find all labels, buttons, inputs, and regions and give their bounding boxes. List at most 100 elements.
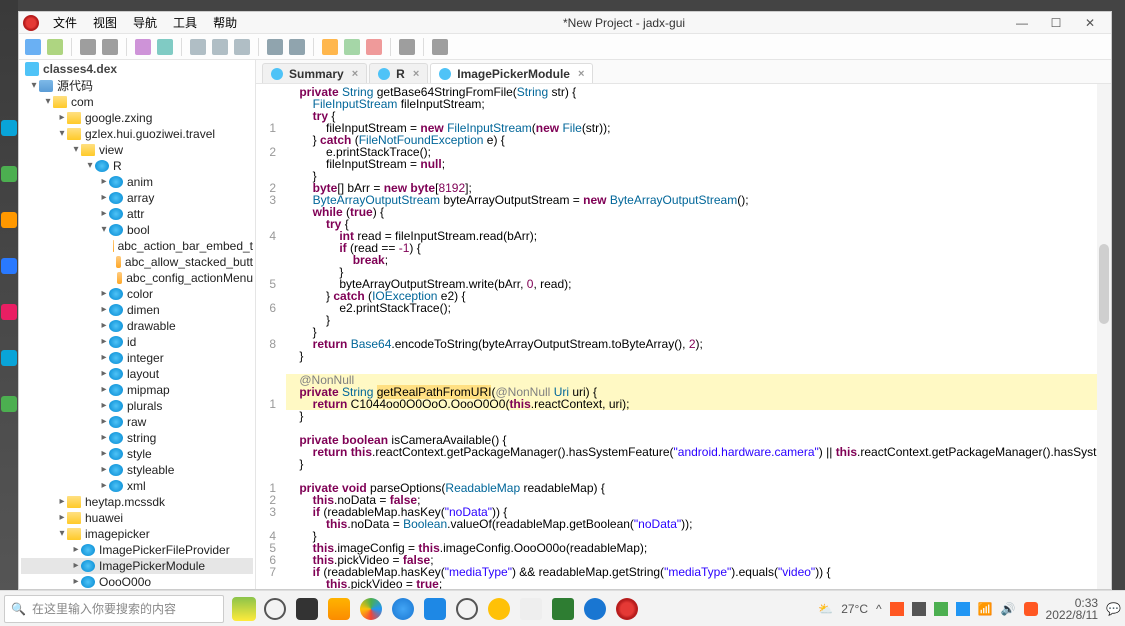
- tab-close-icon[interactable]: ×: [413, 68, 419, 80]
- tray-icon[interactable]: [956, 602, 970, 616]
- tree-node[interactable]: ▸anim: [21, 174, 253, 190]
- tree-node[interactable]: ▾bool: [21, 222, 253, 238]
- tree-node[interactable]: ▸google.zxing: [21, 110, 253, 126]
- tree-node[interactable]: abc_allow_stacked_butt: [21, 254, 253, 270]
- taskview-icon[interactable]: [264, 598, 286, 620]
- open-icon[interactable]: [25, 39, 41, 55]
- menu-导航[interactable]: 导航: [127, 12, 163, 33]
- tree-node[interactable]: ▸ImagePickerFileProvider: [21, 542, 253, 558]
- export-icon[interactable]: [102, 39, 118, 55]
- maximize-button[interactable]: ☐: [1039, 13, 1073, 33]
- tray-chevron-icon[interactable]: ^: [876, 602, 882, 616]
- dock-icon[interactable]: [1, 396, 17, 412]
- tray-icon[interactable]: [890, 602, 904, 616]
- tree-node[interactable]: ▾gzlex.hui.guoziwei.travel: [21, 126, 253, 142]
- tree-node[interactable]: ▸id: [21, 334, 253, 350]
- tree-node[interactable]: ▸huawei: [21, 510, 253, 526]
- mail-icon[interactable]: [424, 598, 446, 620]
- menu-工具[interactable]: 工具: [167, 12, 203, 33]
- memory-icon[interactable]: [399, 39, 415, 55]
- tree-node[interactable]: ▸xml: [21, 478, 253, 494]
- tree-node[interactable]: ▸ImagePickerModule: [21, 558, 253, 574]
- dock-icon[interactable]: [1, 120, 17, 136]
- quark-icon[interactable]: [344, 39, 360, 55]
- jadx-taskbar-icon[interactable]: [616, 598, 638, 620]
- explorer-icon[interactable]: [328, 598, 350, 620]
- back-icon[interactable]: [267, 39, 283, 55]
- tree-node[interactable]: ▸dimen: [21, 302, 253, 318]
- tab-close-icon[interactable]: ×: [352, 68, 358, 80]
- add-icon[interactable]: [47, 39, 63, 55]
- app-icon[interactable]: [296, 598, 318, 620]
- dock-icon[interactable]: [1, 258, 17, 274]
- tree-node[interactable]: ▸drawable: [21, 318, 253, 334]
- tree-node[interactable]: ▸attr: [21, 206, 253, 222]
- tree-node[interactable]: ▾源代码: [21, 78, 253, 94]
- minimize-button[interactable]: —: [1005, 13, 1039, 33]
- wifi-icon[interactable]: 📶: [978, 602, 993, 616]
- ime-icon[interactable]: [1024, 602, 1038, 616]
- dock-icon[interactable]: [1, 350, 17, 366]
- notifications-icon[interactable]: 💬: [1106, 602, 1121, 616]
- tree-node[interactable]: ▸color: [21, 286, 253, 302]
- dock-icon[interactable]: [1, 166, 17, 182]
- search-text-icon[interactable]: [234, 39, 250, 55]
- app-icon[interactable]: [584, 598, 606, 620]
- chrome-icon[interactable]: [360, 598, 382, 620]
- edge-icon[interactable]: [392, 598, 414, 620]
- menu-文件[interactable]: 文件: [47, 12, 83, 33]
- tree-node[interactable]: abc_config_actionMenu: [21, 270, 253, 286]
- forward-icon[interactable]: [289, 39, 305, 55]
- search-class-icon[interactable]: [212, 39, 228, 55]
- tree-node[interactable]: ▸OooO00o: [21, 574, 253, 589]
- tab-ImagePickerModule[interactable]: ImagePickerModule×: [430, 63, 593, 83]
- save-icon[interactable]: [80, 39, 96, 55]
- weather-icon[interactable]: ⛅: [818, 602, 833, 616]
- flat-icon[interactable]: [157, 39, 173, 55]
- tree-node[interactable]: ▸plurals: [21, 398, 253, 414]
- tray-icon[interactable]: [912, 602, 926, 616]
- scrollbar-vertical[interactable]: [1097, 84, 1111, 589]
- tree-node[interactable]: abc_action_bar_embed_t: [21, 238, 253, 254]
- tree-node[interactable]: ▾com: [21, 94, 253, 110]
- tree-node[interactable]: ▸array: [21, 190, 253, 206]
- dock-icon[interactable]: [1, 304, 17, 320]
- scroll-thumb[interactable]: [1099, 244, 1109, 324]
- tree-node[interactable]: ▸style: [21, 446, 253, 462]
- app-icon[interactable]: [520, 598, 542, 620]
- tab-R[interactable]: R×: [369, 63, 428, 83]
- tree-node[interactable]: ▾view: [21, 142, 253, 158]
- search-icon[interactable]: [190, 39, 206, 55]
- log-icon[interactable]: [366, 39, 382, 55]
- tree-node[interactable]: ▾imagepicker: [21, 526, 253, 542]
- dock-icon[interactable]: [1, 212, 17, 228]
- dell-icon[interactable]: [456, 598, 478, 620]
- tree-node[interactable]: ▸integer: [21, 350, 253, 366]
- tray-icon[interactable]: [934, 602, 948, 616]
- close-button[interactable]: ✕: [1073, 13, 1107, 33]
- clock[interactable]: 0:33 2022/8/11: [1046, 597, 1099, 621]
- tree-node[interactable]: ▸heytap.mcssdk: [21, 494, 253, 510]
- weather-temp[interactable]: 27°C: [841, 602, 868, 616]
- tab-close-icon[interactable]: ×: [578, 68, 584, 80]
- app-icon[interactable]: [552, 598, 574, 620]
- cortana-icon[interactable]: [232, 597, 256, 621]
- app-icon[interactable]: [488, 598, 510, 620]
- tree-node[interactable]: ▸styleable: [21, 462, 253, 478]
- tree-root[interactable]: classes4.dex: [19, 60, 255, 78]
- taskbar-search[interactable]: 🔍 在这里输入你要搜索的内容: [4, 595, 224, 623]
- code-editor[interactable]: 1223456811234567 private String getBase6…: [256, 84, 1111, 589]
- code-area[interactable]: private String getBase64StringFromFile(S…: [280, 84, 1111, 589]
- deobf-icon[interactable]: [322, 39, 338, 55]
- menu-视图[interactable]: 视图: [87, 12, 123, 33]
- tree-node[interactable]: ▸raw: [21, 414, 253, 430]
- tree-node[interactable]: ▾R: [21, 158, 253, 174]
- tree-node[interactable]: ▸string: [21, 430, 253, 446]
- settings-icon[interactable]: [432, 39, 448, 55]
- menu-帮助[interactable]: 帮助: [207, 12, 243, 33]
- tree-node[interactable]: ▸layout: [21, 366, 253, 382]
- tree-node[interactable]: ▸mipmap: [21, 382, 253, 398]
- volume-icon[interactable]: 🔊: [1001, 602, 1016, 616]
- sync-icon[interactable]: [135, 39, 151, 55]
- tab-Summary[interactable]: Summary×: [262, 63, 367, 83]
